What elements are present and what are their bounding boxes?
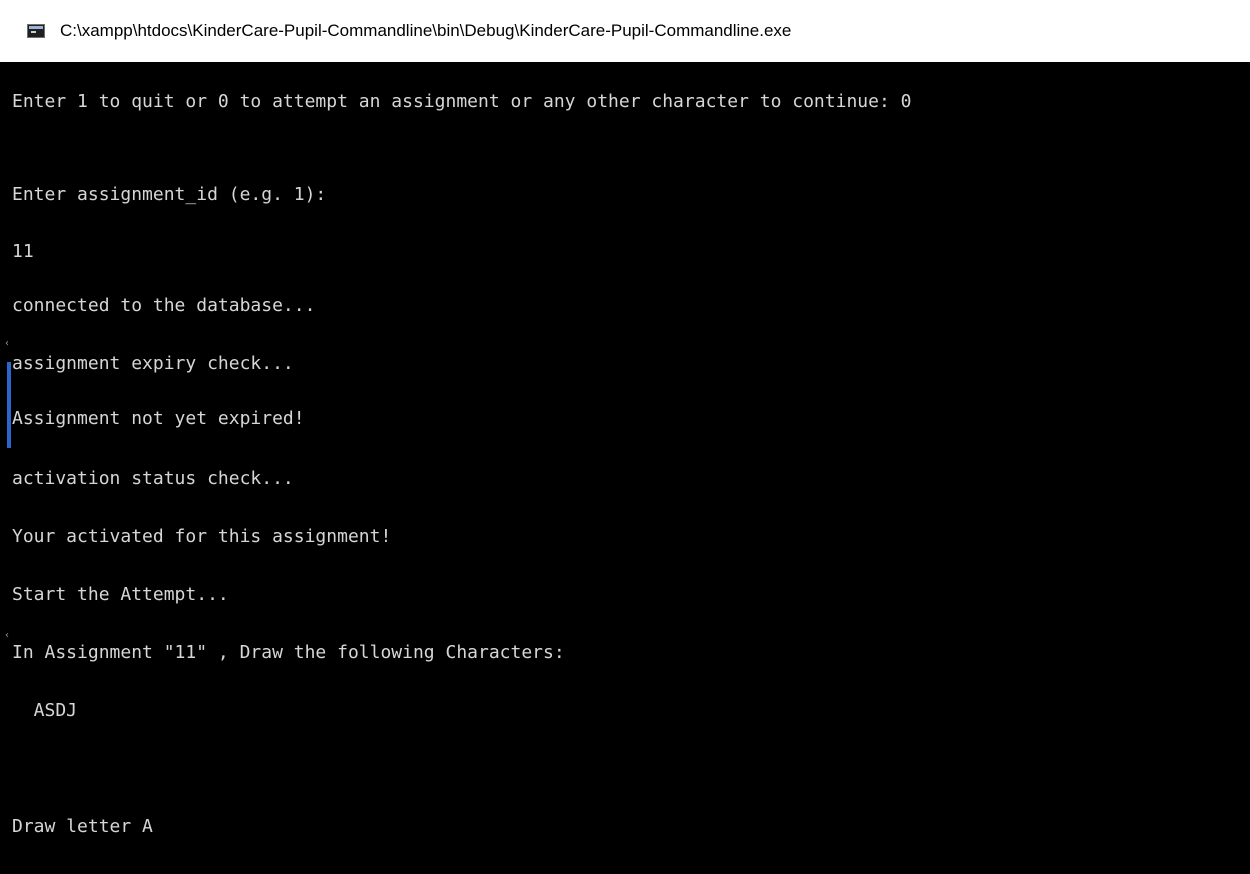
- characters-list: ASDJ: [12, 700, 78, 721]
- status-line: connected to the database...: [12, 295, 316, 316]
- console-output[interactable]: ‹ ‹ Enter 1 to quit or 0 to attempt an a…: [0, 62, 1250, 874]
- console-app-icon: [27, 24, 45, 38]
- draw-letter-prompt: Draw letter A: [12, 816, 153, 837]
- status-line: assignment expiry check...: [12, 353, 294, 374]
- console-window: C:\xampp\htdocs\KinderCare-Pupil-Command…: [0, 0, 1250, 874]
- prompt-line: Enter 1 to quit or 0 to attempt an assig…: [12, 91, 912, 112]
- status-line: activation status check...: [12, 468, 294, 489]
- left-edge-mark: ‹: [5, 630, 9, 641]
- input-value: 11: [12, 241, 34, 262]
- window-titlebar[interactable]: C:\xampp\htdocs\KinderCare-Pupil-Command…: [0, 0, 1250, 62]
- assignment-instruction: In Assignment "11" , Draw the following …: [12, 642, 565, 663]
- status-line: Assignment not yet expired!: [12, 408, 305, 429]
- status-line: Your activated for this assignment!: [12, 526, 392, 547]
- left-edge-mark: ‹: [5, 338, 9, 349]
- scroll-marker: [7, 362, 11, 448]
- status-line: Start the Attempt...: [12, 584, 229, 605]
- assignment-id-prompt: Enter assignment_id (e.g. 1):: [12, 184, 327, 205]
- window-title: C:\xampp\htdocs\KinderCare-Pupil-Command…: [60, 21, 792, 40]
